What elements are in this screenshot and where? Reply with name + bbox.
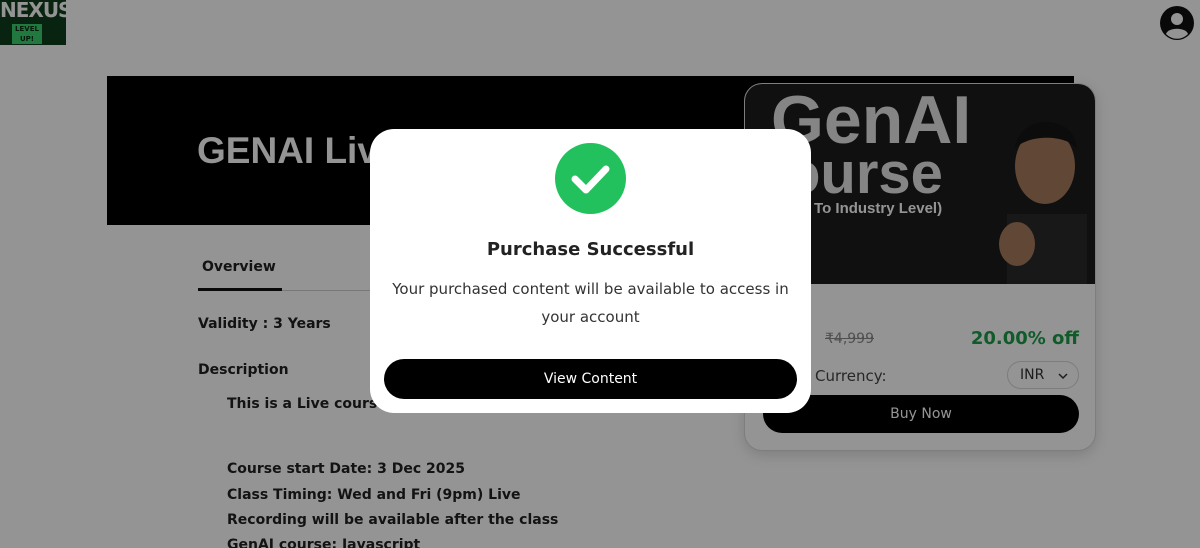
purchase-success-modal: Purchase Successful Your purchased conte… (370, 129, 811, 413)
view-content-button[interactable]: View Content (384, 359, 797, 399)
check-circle-icon (555, 143, 626, 214)
modal-title: Purchase Successful (486, 239, 695, 260)
modal-message: Your purchased content will be available… (392, 280, 789, 326)
